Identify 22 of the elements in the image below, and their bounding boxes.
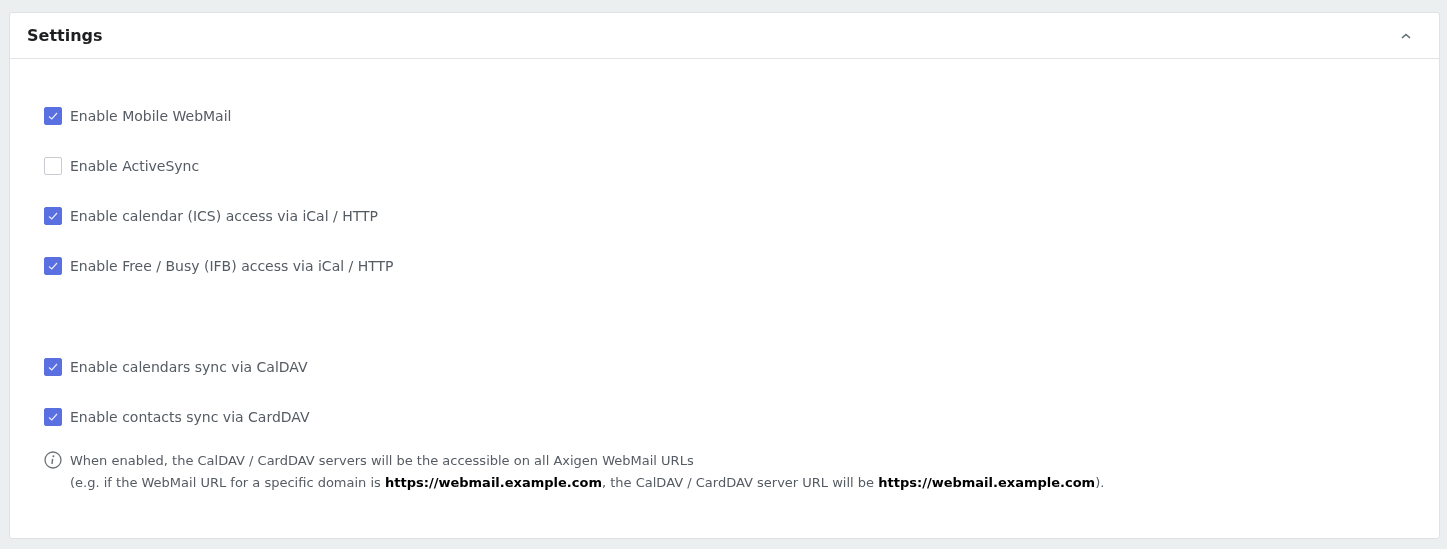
checkbox[interactable]: [44, 408, 62, 426]
check-icon: [48, 363, 58, 371]
checkbox-label: Enable contacts sync via CardDAV: [70, 407, 310, 427]
check-icon: [48, 413, 58, 421]
checkbox-label: Enable calendar (ICS) access via iCal / HTTP: [70, 206, 379, 226]
chevron-icon: [1401, 32, 1411, 39]
check-icon: [48, 212, 58, 220]
checkbox-label: Enable ActiveSync: [70, 156, 200, 176]
info-text: (e.g. if the WebMail URL for a specific domain is https://webmail.example.com, the CalDAV / CardDAV server URL will be https://webmail.example.com).: [70, 474, 1105, 492]
info-text: When enabled, the CalDAV / CardDAV servers will be the accessible on all Axigen WebMail URLs: [70, 452, 695, 470]
checkbox[interactable]: [44, 257, 62, 275]
checkbox-label: Enable Mobile WebMail: [70, 106, 232, 126]
checkbox[interactable]: [44, 157, 62, 175]
info-icon: [44, 451, 62, 469]
checkbox[interactable]: [44, 358, 62, 376]
checkbox[interactable]: [44, 207, 62, 225]
checkbox[interactable]: [44, 107, 62, 125]
checkbox-label: Enable calendars sync via CalDAV: [70, 357, 308, 377]
check-icon: [48, 112, 58, 120]
checkbox-label: Enable Free / Busy (IFB) access via iCal / HTTP: [70, 256, 394, 276]
check-icon: [48, 262, 58, 270]
panel-title: Settings: [27, 24, 103, 47]
